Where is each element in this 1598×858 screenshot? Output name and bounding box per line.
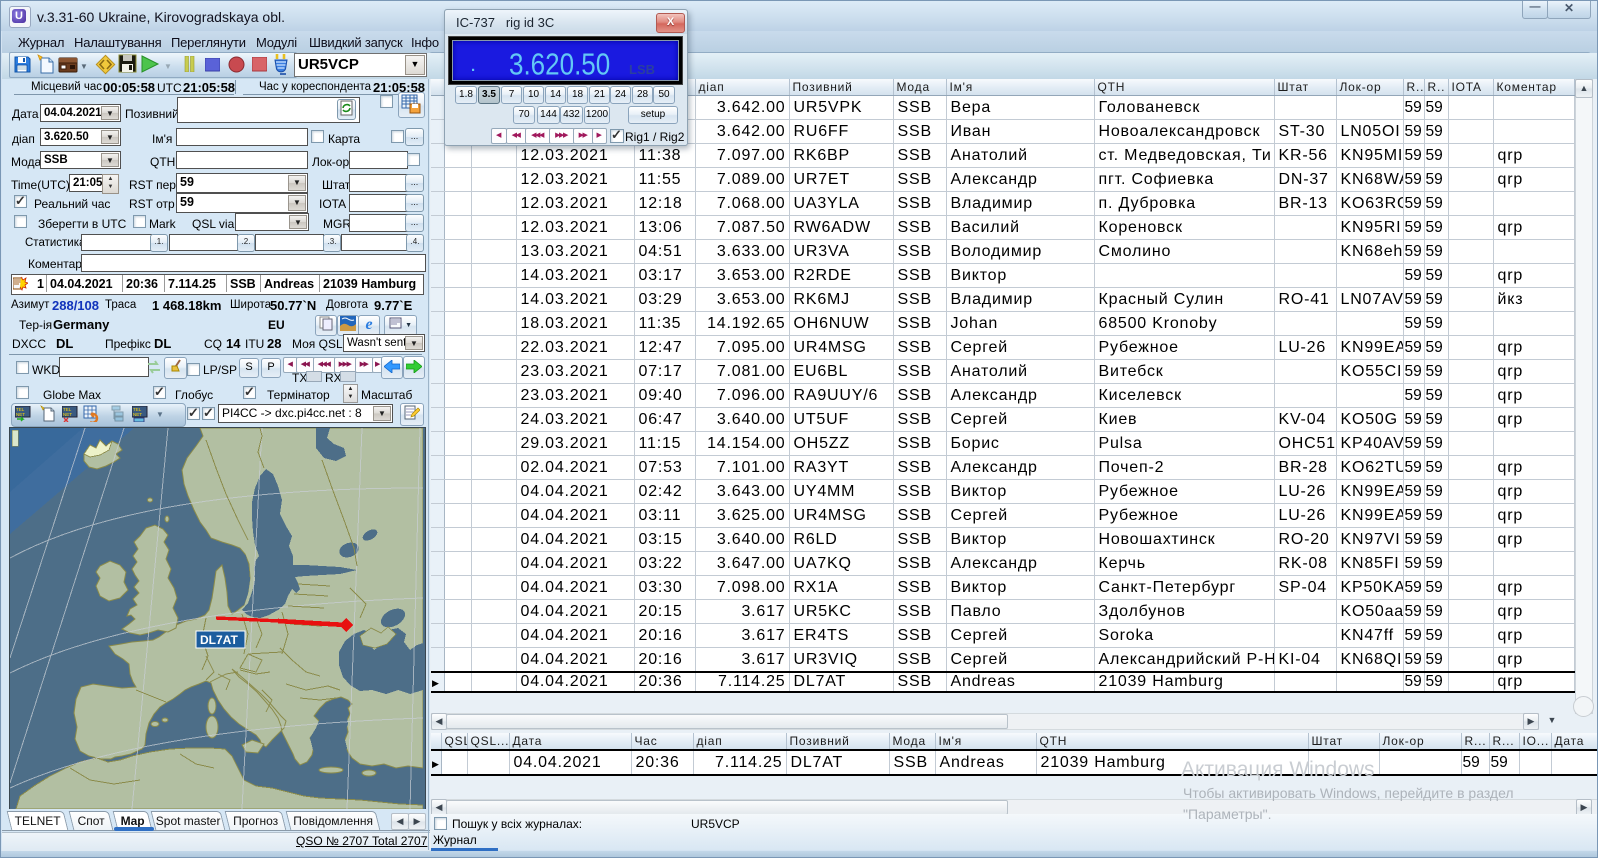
svg-text:NET: NET	[63, 412, 72, 417]
svg-text:DL7AT: DL7AT	[200, 633, 238, 647]
svg-text:NET: NET	[133, 412, 142, 417]
svg-text:NET: NET	[16, 412, 25, 417]
